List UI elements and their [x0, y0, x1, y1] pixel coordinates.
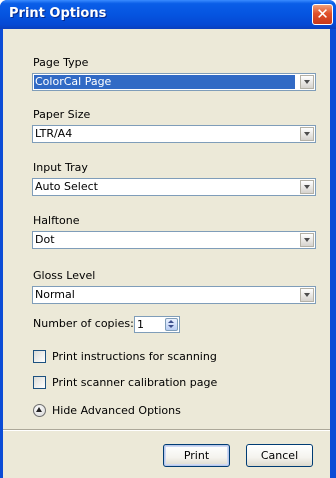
- paper-size-value: LTR/A4: [35, 127, 73, 140]
- spin-arrows-icon[interactable]: [165, 318, 178, 331]
- input-tray-select[interactable]: Auto Select: [32, 178, 316, 196]
- gloss-level-select[interactable]: Normal: [32, 286, 316, 304]
- page-type-value: ColorCal Page: [34, 75, 295, 89]
- input-tray-value: Auto Select: [35, 180, 98, 193]
- scan-instructions-label[interactable]: Print instructions for scanning: [52, 350, 217, 363]
- chevron-down-icon[interactable]: [300, 127, 314, 141]
- title-bar: Print Options ✕: [0, 0, 336, 29]
- close-icon: ✕: [316, 5, 329, 23]
- chevron-down-icon[interactable]: [300, 180, 314, 194]
- copies-value[interactable]: 1: [137, 318, 144, 332]
- gloss-level-value: Normal: [35, 288, 75, 301]
- copies-stepper[interactable]: 1: [134, 316, 180, 333]
- scan-instructions-checkbox[interactable]: [33, 350, 46, 363]
- gloss-level-label: Gloss Level: [33, 269, 96, 282]
- paper-size-label: Paper Size: [33, 108, 91, 121]
- print-options-dialog: Print Options ✕ Page Type ColorCal Page …: [0, 0, 336, 478]
- button-divider: [3, 429, 330, 431]
- collapse-up-icon[interactable]: [33, 404, 46, 417]
- calibration-page-label[interactable]: Print scanner calibration page: [52, 376, 217, 389]
- chevron-down-icon[interactable]: [300, 233, 314, 247]
- copies-label: Number of copies:: [33, 317, 134, 330]
- halftone-select[interactable]: Dot: [32, 231, 316, 249]
- chevron-down-icon[interactable]: [300, 288, 314, 302]
- page-type-label: Page Type: [33, 56, 89, 69]
- cancel-button[interactable]: Cancel: [246, 444, 313, 467]
- hide-advanced-options-link[interactable]: Hide Advanced Options: [52, 404, 181, 417]
- halftone-value: Dot: [35, 233, 55, 246]
- halftone-label: Halftone: [33, 214, 80, 227]
- page-type-select[interactable]: ColorCal Page: [32, 73, 316, 91]
- close-button[interactable]: ✕: [312, 4, 333, 25]
- chevron-down-icon[interactable]: [300, 75, 314, 89]
- paper-size-select[interactable]: LTR/A4: [32, 125, 316, 143]
- input-tray-label: Input Tray: [33, 161, 88, 174]
- print-button[interactable]: Print: [163, 444, 230, 467]
- dialog-title: Print Options: [9, 6, 107, 21]
- calibration-page-checkbox[interactable]: [33, 376, 46, 389]
